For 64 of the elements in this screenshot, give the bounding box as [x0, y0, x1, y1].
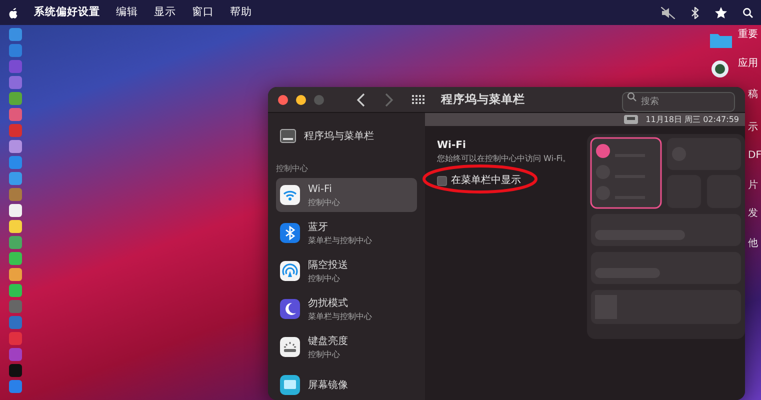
item-subtitle: 菜单栏与控制中心	[308, 234, 372, 246]
wifi-icon	[280, 185, 300, 205]
window-title: 程序坞与菜单栏	[441, 90, 525, 108]
back-button[interactable]	[356, 92, 366, 106]
item-subtitle: 控制中心	[308, 196, 340, 208]
app-icon[interactable]	[711, 60, 729, 78]
section-title: Wi-Fi	[437, 139, 467, 153]
moon-icon	[280, 299, 300, 319]
section-header: 控制中心	[276, 163, 309, 175]
keyboard-brightness-icon	[280, 337, 300, 357]
desktop-item-label[interactable]: 重要	[738, 29, 758, 41]
close-button[interactable]	[278, 94, 288, 104]
item-title: 蓝牙	[308, 220, 329, 234]
desktop-item-label[interactable]: DF	[748, 150, 761, 162]
search-field[interactable]: 搜索	[622, 92, 735, 112]
app-icon[interactable]	[8, 252, 22, 265]
checkbox[interactable]	[437, 176, 447, 186]
item-title: 隔空投送	[308, 258, 348, 272]
sidebar-item[interactable]: 勿扰模式 菜单栏与控制中心	[276, 292, 417, 326]
item-title: 屏幕镜像	[308, 378, 348, 392]
airdrop-icon	[280, 261, 300, 281]
app-menu[interactable]: 系统偏好设置	[34, 4, 100, 20]
menu-item[interactable]: 帮助	[230, 4, 252, 20]
clock-text: 11月18日 周三 02:47:59	[646, 114, 739, 126]
item-title: 键盘亮度	[308, 334, 348, 348]
screen-mirroring-icon	[280, 375, 300, 395]
desktop-item-label[interactable]: 应用	[738, 58, 758, 70]
sidebar-item[interactable]: 程序坞与菜单栏	[276, 119, 417, 153]
zoom-button[interactable]	[314, 94, 324, 104]
item-title: 勿扰模式	[308, 296, 349, 310]
item-subtitle: 控制中心	[308, 348, 341, 360]
grid-icon[interactable]	[412, 94, 425, 106]
item-title: 程序坞与菜单栏	[304, 130, 374, 144]
minimize-button[interactable]	[296, 94, 306, 104]
bluetooth-icon	[280, 223, 300, 243]
desktop-item-label[interactable]: 稿	[748, 89, 758, 101]
apple-logo-icon[interactable]	[8, 6, 18, 18]
desktop-item-label[interactable]: 他	[748, 238, 758, 250]
app-icon[interactable]	[8, 268, 22, 281]
item-subtitle: 控制中心	[308, 272, 341, 284]
bluetooth-icon[interactable]	[691, 6, 699, 18]
desktop-item-label[interactable]: 片	[748, 180, 758, 192]
item-subtitle: 菜单栏与控制中心	[308, 310, 372, 322]
search-icon	[627, 92, 637, 102]
sidebar-item[interactable]: 屏幕镜像	[276, 368, 417, 400]
app-icon[interactable]	[8, 140, 22, 153]
app-icon[interactable]	[8, 220, 22, 233]
star-icon[interactable]	[715, 6, 727, 18]
sidebar-item[interactable]: 蓝牙 菜单栏与控制中心	[276, 216, 417, 250]
item-title: Wi-Fi	[308, 182, 333, 196]
folder-icon[interactable]	[710, 32, 732, 48]
desktop-item-label[interactable]: 发	[748, 208, 758, 220]
mute-icon[interactable]	[661, 6, 675, 18]
sidebar-item[interactable]: Wi-Fi 控制中心	[276, 178, 417, 212]
menu-item[interactable]: 显示	[154, 4, 176, 20]
app-icon[interactable]	[8, 204, 22, 217]
desktop-item-label[interactable]: 示	[748, 122, 758, 134]
menu-item[interactable]: 窗口	[192, 4, 214, 20]
sidebar-item[interactable]: 键盘亮度 控制中心	[276, 330, 417, 364]
search-icon[interactable]	[743, 6, 753, 18]
dock-icon	[280, 129, 296, 143]
menu-item[interactable]: 编辑	[116, 4, 138, 20]
sidebar-item[interactable]: 隔空投送 控制中心	[276, 254, 417, 288]
description-text: 您始终可以在控制中心中访问 Wi-Fi。	[437, 153, 572, 165]
